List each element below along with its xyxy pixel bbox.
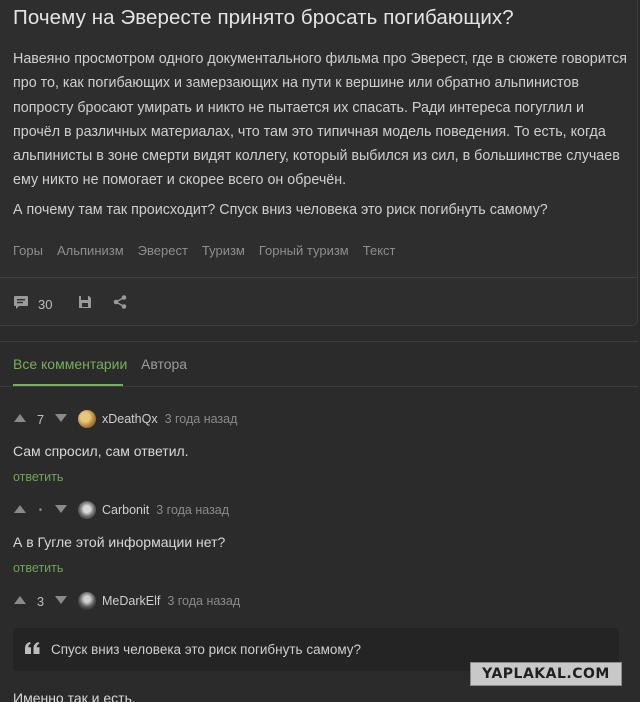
upvote-icon[interactable] — [13, 410, 27, 428]
upvote-icon[interactable] — [13, 501, 27, 519]
comment-text: Именно так и есть. — [13, 690, 136, 702]
avatar[interactable] — [78, 410, 96, 428]
divider — [0, 277, 638, 278]
downvote-icon[interactable] — [54, 592, 68, 610]
comment-score: 7 — [36, 411, 45, 427]
comment-text: Сам спросил, сам ответил. — [13, 443, 189, 459]
comment-time: 3 года назад — [156, 503, 230, 517]
comment-header: • Carbonit 3 года назад — [13, 500, 229, 520]
comments-count: 30 — [38, 297, 53, 312]
tab-author-comments[interactable]: Автора — [141, 356, 187, 372]
watermark-logo: YAPLAKAL.COM — [470, 662, 622, 686]
comment-author[interactable]: xDeathQx — [102, 412, 158, 426]
quote-icon — [25, 641, 40, 659]
post-body: Навеяно просмотром одного документальног… — [13, 51, 628, 189]
downvote-icon[interactable] — [54, 410, 68, 428]
tag-item[interactable]: Горный туризм — [259, 243, 349, 258]
comment-header: 3 MeDarkElf 3 года назад — [13, 591, 240, 611]
tag-item[interactable]: Текст — [363, 243, 396, 258]
comment-header: 7 xDeathQx 3 года назад — [13, 409, 237, 429]
tag-item[interactable]: Альпинизм — [57, 243, 124, 258]
tab-all-comments[interactable]: Все комментарии — [13, 356, 127, 372]
comment-time: 3 года назад — [167, 594, 241, 608]
comment-author[interactable]: MeDarkElf — [102, 594, 160, 608]
post-actions: 30 — [13, 294, 128, 315]
comment-text: А в Гугле этой информации нет? — [13, 534, 226, 550]
comment-score: 3 — [36, 593, 45, 609]
reply-link[interactable]: ответить — [13, 561, 63, 575]
downvote-icon[interactable] — [54, 501, 68, 519]
comment-time: 3 года назад — [164, 412, 238, 426]
tag-list: Горы Альпинизм Эверест Туризм Горный тур… — [13, 243, 409, 258]
save-icon[interactable] — [78, 295, 92, 314]
upvote-icon[interactable] — [13, 592, 27, 610]
avatar[interactable] — [78, 501, 96, 519]
comment-icon[interactable] — [13, 294, 29, 315]
avatar[interactable] — [78, 592, 96, 610]
comment-author[interactable]: Carbonit — [102, 503, 149, 517]
post-card: Почему на Эвересте принято бросать погиб… — [0, 0, 638, 326]
share-icon[interactable] — [112, 294, 128, 315]
comment-score: • — [38, 504, 43, 516]
tag-item[interactable]: Эверест — [138, 243, 188, 258]
post-title[interactable]: Почему на Эвересте принято бросать погиб… — [13, 6, 514, 30]
reply-link[interactable]: ответить — [13, 470, 63, 484]
quote-text: Спуск вниз человека это риск погибнуть с… — [51, 642, 362, 657]
divider — [0, 386, 638, 387]
post-question: А почему там так происходит? Спуск вниз … — [13, 202, 548, 218]
tag-item[interactable]: Горы — [13, 243, 43, 258]
tag-item[interactable]: Туризм — [202, 243, 245, 258]
